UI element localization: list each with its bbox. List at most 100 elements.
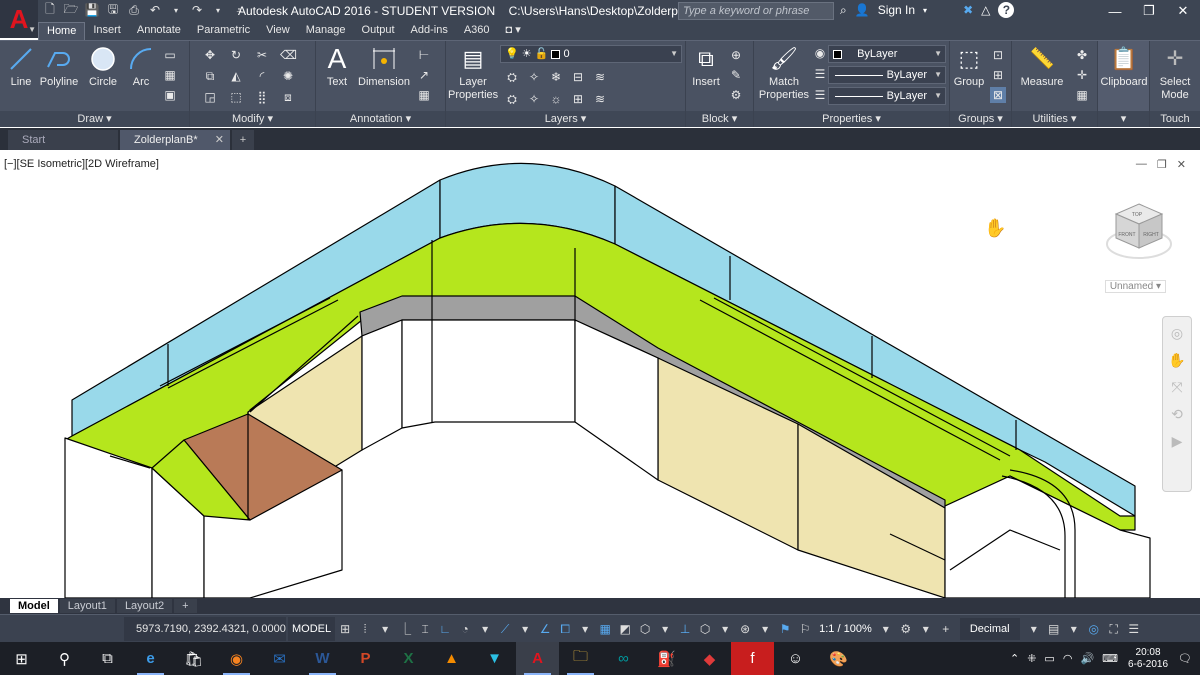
polyline-button[interactable]: Polyline bbox=[38, 45, 80, 89]
hatch-icon[interactable]: ▦ bbox=[162, 67, 178, 83]
isolate-objects-icon[interactable]: ◎ bbox=[1085, 620, 1103, 638]
annotation-monitor-icon[interactable]: + bbox=[937, 620, 955, 638]
gizmo-dropdown-icon[interactable]: ▾ bbox=[756, 620, 774, 638]
tab-home[interactable]: Home bbox=[38, 22, 86, 40]
binoculars-icon[interactable]: ⌕ bbox=[840, 3, 847, 18]
store-icon[interactable]: 🛍 bbox=[172, 642, 215, 675]
clock[interactable]: 20:08 6-6-2016 bbox=[1126, 647, 1170, 671]
viewport-controls-label[interactable]: [−][SE Isometric][2D Wireframe] bbox=[4, 158, 159, 170]
polar-dropdown-icon[interactable]: ▾ bbox=[476, 620, 494, 638]
firefox-icon[interactable]: ◉ bbox=[215, 642, 258, 675]
annotation-visibility-icon[interactable]: ⚑ bbox=[776, 620, 794, 638]
keyboard-icon[interactable]: ⌨ bbox=[1102, 652, 1118, 665]
autocad-taskbar-icon[interactable]: A bbox=[516, 642, 559, 675]
layer-properties-button[interactable]: ▤ Layer Properties bbox=[448, 45, 498, 102]
file-explorer-icon[interactable]: 🗀 bbox=[559, 642, 602, 675]
tab-output[interactable]: Output bbox=[354, 22, 403, 40]
filter-dropdown-icon[interactable]: ▾ bbox=[716, 620, 734, 638]
clipboard-button[interactable]: 📋 Clipboard bbox=[1100, 45, 1148, 89]
rectangle-icon[interactable]: ▭ bbox=[162, 47, 178, 63]
zoom-extents-icon[interactable]: ⤧ bbox=[1171, 379, 1182, 396]
f-app-icon[interactable]: f bbox=[731, 642, 774, 675]
clean-screen-icon[interactable]: ⛶ bbox=[1105, 620, 1123, 638]
offset-icon[interactable]: ⧈ bbox=[280, 89, 296, 105]
circle-button[interactable]: Circle bbox=[86, 45, 120, 89]
workspace-gear-icon[interactable]: ⚙ bbox=[897, 620, 915, 638]
search-icon[interactable]: ⚲ bbox=[43, 642, 86, 675]
transparency-icon[interactable]: ◩ bbox=[616, 620, 634, 638]
orbit-icon[interactable]: ⟲ bbox=[1171, 406, 1183, 423]
table-icon[interactable]: ▦ bbox=[416, 87, 432, 103]
tab-insert[interactable]: Insert bbox=[85, 22, 129, 40]
lineweight-display-icon[interactable]: ▦ bbox=[596, 620, 614, 638]
modify-panel-title[interactable]: Modify ▾ bbox=[190, 111, 315, 127]
properties-dropdown-icon[interactable]: ▾ bbox=[1065, 620, 1083, 638]
tab-layout1[interactable]: Layout1 bbox=[59, 599, 115, 613]
group-button[interactable]: ⬚ Group bbox=[952, 45, 986, 89]
scale-dropdown-icon[interactable]: ▾ bbox=[877, 620, 895, 638]
dynamic-input-icon[interactable]: ⌶ bbox=[416, 620, 434, 638]
point-icon[interactable]: ✛ bbox=[1074, 67, 1090, 83]
tab-layout2[interactable]: Layout2 bbox=[116, 599, 173, 613]
new-tab-icon[interactable]: + bbox=[232, 130, 254, 150]
draw-panel-title[interactable]: Draw ▾ bbox=[0, 111, 189, 127]
annotation-scale[interactable]: 1:1 / 100% bbox=[819, 623, 872, 635]
leader-icon[interactable]: ↗ bbox=[416, 67, 432, 83]
group-selection-icon[interactable]: ⊠ bbox=[990, 87, 1006, 103]
tab-start[interactable]: Start bbox=[8, 130, 118, 150]
tab-a360[interactable]: A360 bbox=[456, 22, 498, 40]
autodesk-a360-icon[interactable]: △ bbox=[981, 3, 990, 17]
insert-button[interactable]: ⧉ Insert bbox=[688, 45, 724, 89]
outlook-icon[interactable]: ✉ bbox=[258, 642, 301, 675]
properties-panel-title[interactable]: Properties ▾ bbox=[754, 111, 949, 127]
dynamic-ucs-icon[interactable]: ⊥ bbox=[676, 620, 694, 638]
utilities-panel-title[interactable]: Utilities ▾ bbox=[1012, 111, 1097, 127]
group-edit-icon[interactable]: ⊞ bbox=[990, 67, 1006, 83]
task-view-icon[interactable]: ⧉ bbox=[86, 642, 129, 675]
arduino-icon[interactable]: ∞ bbox=[602, 642, 645, 675]
excel-icon[interactable]: X bbox=[387, 642, 430, 675]
match-properties-button[interactable]: 🖌 Match Properties bbox=[758, 45, 810, 102]
windows-start-icon[interactable]: ⊞ bbox=[0, 642, 43, 675]
viewport-close-icon[interactable]: ✕ bbox=[1177, 158, 1186, 171]
undo-dropdown-icon[interactable]: ▾ bbox=[168, 2, 184, 18]
tab-annotate[interactable]: Annotate bbox=[129, 22, 189, 40]
wifi-icon[interactable]: ◠ bbox=[1063, 652, 1073, 665]
undo-icon[interactable]: ↶ bbox=[147, 2, 163, 18]
layer-off-icon[interactable]: ⛭ bbox=[504, 69, 520, 85]
show-hidden-icons-icon[interactable]: ⌃ bbox=[1010, 652, 1019, 665]
application-menu-button[interactable]: A ▼ bbox=[0, 0, 38, 38]
fillet-icon[interactable]: ◜ bbox=[254, 68, 270, 84]
battery-icon[interactable]: ▭ bbox=[1044, 652, 1054, 665]
explode-icon[interactable]: ✺ bbox=[280, 68, 296, 84]
plot-icon[interactable]: ⎙ bbox=[126, 2, 142, 18]
units-dropdown-icon[interactable]: ▾ bbox=[1025, 620, 1043, 638]
edit-attributes-icon[interactable]: ⚙ bbox=[728, 87, 744, 103]
vlc-icon[interactable]: ▲ bbox=[430, 642, 473, 675]
sign-in-dropdown-icon[interactable]: ▾ bbox=[923, 6, 927, 15]
units-display[interactable]: Decimal bbox=[959, 617, 1020, 640]
pan-icon[interactable]: ✋ bbox=[1168, 352, 1185, 369]
quick-properties-icon[interactable]: ▤ bbox=[1045, 620, 1063, 638]
viewcube[interactable]: TOP FRONT RIGHT bbox=[1104, 198, 1174, 268]
ribbon-minimize-icon[interactable]: ◘ ▾ bbox=[498, 22, 529, 40]
3d-osnap-dropdown-icon[interactable]: ▾ bbox=[656, 620, 674, 638]
measure-button[interactable]: 📏 Measure bbox=[1016, 45, 1068, 89]
mirror-icon[interactable]: ◭ bbox=[228, 68, 244, 84]
ucs-menu[interactable]: Unnamed ▾ bbox=[1104, 280, 1166, 293]
coordinate-readout[interactable]: 5973.7190, 2392.4321, 0.0000 bbox=[124, 616, 286, 641]
groups-panel-title[interactable]: Groups ▾ bbox=[950, 111, 1011, 127]
network-app-icon[interactable]: ⁜ bbox=[1027, 652, 1036, 665]
search-input[interactable]: Type a keyword or phrase bbox=[678, 2, 834, 20]
close-tab-icon[interactable]: ✕ bbox=[215, 130, 224, 150]
downloader-icon[interactable]: ▼ bbox=[473, 642, 516, 675]
snap-dropdown-icon[interactable]: ▾ bbox=[376, 620, 394, 638]
scale-icon[interactable]: ⬚ bbox=[228, 89, 244, 105]
array-icon[interactable]: ⣿ bbox=[254, 89, 270, 105]
linear-dim-icon[interactable]: ⊢ bbox=[416, 47, 432, 63]
layer-isolate-icon[interactable]: ✧ bbox=[526, 69, 542, 85]
layer-unisolate-icon[interactable]: ✧ bbox=[526, 91, 542, 107]
linetype-dropdown[interactable]: ByLayer ▼ bbox=[828, 87, 946, 105]
layer-on-icon[interactable]: ⛭ bbox=[504, 91, 520, 107]
red-app-icon[interactable]: ◆ bbox=[688, 642, 731, 675]
